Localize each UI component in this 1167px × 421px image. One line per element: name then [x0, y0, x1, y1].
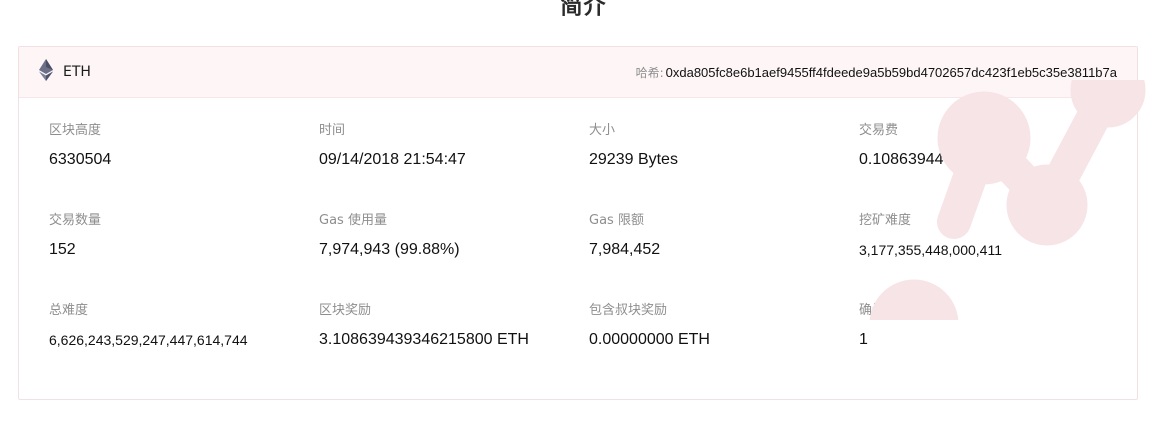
- stat-value: 09/14/2018 21:54:47: [319, 151, 466, 168]
- stat-value: 152: [49, 241, 76, 258]
- stats-grid: 区块高度 6330504 时间 09/14/2018 21:54:47 大小 2…: [49, 121, 1129, 391]
- hash-label: 哈希:: [635, 65, 664, 80]
- stat-block-height: 区块高度 6330504: [49, 121, 319, 211]
- stat-label: Gas 限额: [589, 213, 644, 228]
- stat-label: 确认数: [859, 303, 899, 318]
- stat-gas-limit: Gas 限额 7,984,452: [589, 211, 859, 301]
- stat-value: 7,984,452: [589, 241, 661, 258]
- stat-value: 3,177,355,448,000,411: [859, 242, 1002, 258]
- stat-label: 包含叔块奖励: [589, 303, 668, 318]
- stat-block-reward: 区块奖励 3.108639439346215800 ETH: [319, 301, 589, 391]
- stat-time: 时间 09/14/2018 21:54:47: [319, 121, 589, 211]
- stat-label: 挖矿难度: [859, 213, 912, 228]
- stat-tx-count: 交易数量 152: [49, 211, 319, 301]
- stat-value: 3.108639439346215800 ETH: [319, 331, 529, 348]
- stat-value: 7,974,943 (99.88%): [319, 241, 460, 258]
- coin-name: ETH: [63, 64, 91, 80]
- hash-value[interactable]: 0xda805fc8e6b1aef9455ff4fdeede9a5b59bd47…: [666, 65, 1117, 80]
- card-header: ETH 哈希: 0xda805fc8e6b1aef9455ff4fdeede9a…: [19, 47, 1137, 98]
- stat-label: 大小: [589, 123, 616, 138]
- stat-label: 总难度: [49, 303, 89, 318]
- stat-uncle-reward: 包含叔块奖励 0.00000000 ETH: [589, 301, 859, 391]
- stat-value: 29239 Bytes: [589, 151, 678, 168]
- stat-fee: 交易费 0.10863944 ETH: [859, 121, 1129, 211]
- page-title: 简介: [560, 0, 607, 20]
- stat-value: 1: [859, 331, 868, 348]
- ethereum-icon: [39, 59, 53, 85]
- stat-value: 6330504: [49, 151, 112, 168]
- stat-value: 6,626,243,529,247,447,614,744: [49, 332, 248, 348]
- stat-total-difficulty: 总难度 6,626,243,529,247,447,614,744: [49, 301, 319, 391]
- stat-label: 区块奖励: [319, 303, 372, 318]
- stat-label: 区块高度: [49, 123, 102, 138]
- stat-confirmations: 确认数 1: [859, 301, 1129, 391]
- block-summary-page: 简介 ETH 哈希: 0xda805fc8e6b1aef9455ff4fdeed…: [0, 0, 1167, 421]
- stat-difficulty: 挖矿难度 3,177,355,448,000,411: [859, 211, 1129, 301]
- block-summary-card: ETH 哈希: 0xda805fc8e6b1aef9455ff4fdeede9a…: [18, 46, 1138, 400]
- stat-label: 时间: [319, 123, 346, 138]
- coin-info: ETH: [39, 59, 91, 85]
- block-hash: 哈希: 0xda805fc8e6b1aef9455ff4fdeede9a5b59…: [636, 64, 1117, 81]
- stat-label: Gas 使用量: [319, 213, 387, 228]
- stat-label: 交易费: [859, 123, 899, 138]
- stat-gas-used: Gas 使用量 7,974,943 (99.88%): [319, 211, 589, 301]
- stat-value: 0.10863944 ETH: [859, 151, 980, 168]
- stat-label: 交易数量: [49, 213, 102, 228]
- stat-size: 大小 29239 Bytes: [589, 121, 859, 211]
- stat-value: 0.00000000 ETH: [589, 331, 710, 348]
